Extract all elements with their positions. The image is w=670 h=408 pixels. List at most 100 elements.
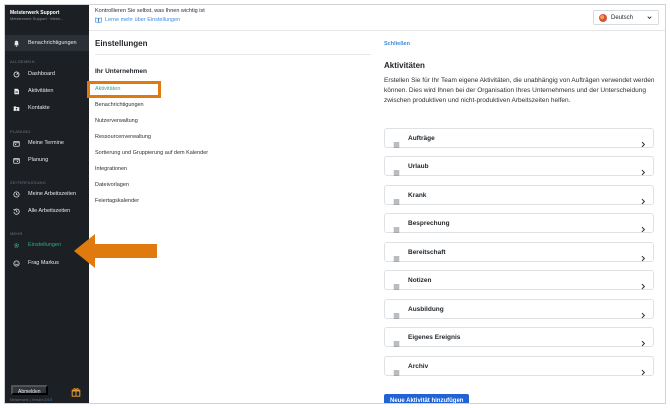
drag-handle-icon[interactable] [393, 363, 400, 376]
activity-card-standby[interactable]: Bereitschaft [384, 242, 654, 262]
activity-card-notes[interactable]: Notizen [384, 270, 654, 290]
chevron-right-icon [640, 220, 646, 233]
history-icon [13, 208, 20, 215]
document-icon [13, 88, 20, 95]
settings-item-calendar-sorting[interactable]: Sortierung und Gruppierung auf dem Kalen… [95, 150, 208, 156]
activity-card-training[interactable]: Ausbildung [384, 299, 654, 319]
activity-label: Archiv [408, 362, 429, 370]
chevron-right-icon [640, 334, 646, 347]
activity-card-vacation[interactable]: Urlaub [384, 156, 654, 176]
smiley-icon [13, 259, 20, 267]
sidebar-item-notifications[interactable]: Benachrichtigungen [5, 35, 89, 51]
activity-label: Urlaub [408, 162, 429, 170]
top-bar: Kontrollieren Sie selbst, was Ihnen wich… [89, 5, 665, 31]
logout-button[interactable]: Abmelden [11, 385, 48, 395]
activity-label: Eigenes Ereignis [408, 333, 461, 341]
language-value: Deutsch [611, 14, 634, 21]
sidebar-item-label: Einstellungen [28, 242, 62, 248]
activity-card-orders[interactable]: Aufträge [384, 128, 654, 148]
learn-more-link-label: Lerne mehr über Einstellungen [105, 17, 181, 23]
book-icon [95, 17, 102, 23]
sidebar-section-title: PLANUNG [10, 129, 31, 134]
sidebar-item-activities[interactable]: Aktivitäten [5, 83, 89, 99]
highlight-box [87, 81, 161, 98]
version-number: 2.0.0 [44, 398, 53, 402]
drag-handle-icon[interactable] [393, 249, 400, 262]
activity-label: Besprechung [408, 219, 450, 227]
sidebar-section-title: ZEITERFASSUNG [10, 180, 46, 185]
group-title: Ihr Unternehmen [95, 68, 148, 75]
dashboard-icon [13, 71, 20, 78]
drag-handle-icon[interactable] [393, 277, 400, 290]
drag-handle-icon[interactable] [393, 306, 400, 319]
chevron-right-icon [640, 163, 646, 176]
sidebar-item-my-working-hours[interactable]: Meine Arbeitszeiten [5, 186, 89, 202]
flag-icon [599, 13, 607, 22]
settings-item-resource-management[interactable]: Ressourcenverwaltung [95, 134, 151, 140]
activity-label: Ausbildung [408, 305, 444, 313]
sidebar-item-contacts[interactable]: Kontakte [5, 100, 89, 116]
gear-icon [13, 242, 20, 249]
page-title: Einstellungen [95, 39, 148, 48]
settings-item-holiday-calendar[interactable]: Feiertagskalender [95, 198, 139, 204]
contacts-icon [13, 105, 20, 112]
drag-handle-icon[interactable] [393, 192, 400, 205]
sidebar-item-planning[interactable]: Planung [5, 152, 89, 168]
calendar-icon [13, 157, 20, 164]
settings-item-integrations[interactable]: Integrationen [95, 166, 127, 172]
chevron-right-icon [640, 135, 646, 148]
activity-card-meeting[interactable]: Besprechung [384, 213, 654, 233]
language-select[interactable]: Deutsch [593, 10, 659, 25]
drag-handle-icon[interactable] [393, 163, 400, 176]
activity-card-sick[interactable]: Krank [384, 185, 654, 205]
activity-card-archive[interactable]: Archiv [384, 356, 654, 376]
version-footer: Meisterwerk | Version 2.0.0 [10, 398, 52, 402]
gift-icon[interactable] [71, 384, 81, 397]
activities-title: Aktivitäten [384, 61, 425, 70]
sidebar-item-my-appointments[interactable]: Meine Termine [5, 135, 89, 151]
bell-icon [13, 40, 20, 47]
sidebar-item-all-working-hours[interactable]: Alle Arbeitszeiten [5, 203, 89, 219]
settings-item-user-management[interactable]: Nutzerverwaltung [95, 118, 138, 124]
app-window: Meisterwerk Support Meisterwerk Support … [4, 4, 666, 404]
chevron-right-icon [640, 192, 646, 205]
chevron-right-icon [640, 306, 646, 319]
activities-panel: Schließen Aktivitäten Erstellen Sie für … [377, 31, 665, 403]
sidebar-item-label: Kontakte [28, 105, 50, 111]
clock-icon [13, 190, 20, 198]
settings-item-file-templates[interactable]: Dateivorlagen [95, 182, 129, 188]
activity-card-custom-event[interactable]: Eigenes Ereignis [384, 327, 654, 347]
drag-handle-icon[interactable] [393, 334, 400, 347]
sidebar-item-label: Meine Termine [28, 140, 64, 146]
activity-label: Krank [408, 191, 427, 199]
calendar-icon [13, 140, 20, 147]
divider [95, 54, 371, 55]
chevron-right-icon [640, 249, 646, 262]
learn-more-link[interactable]: Lerne mehr über Einstellungen [95, 17, 180, 23]
sidebar: Meisterwerk Support Meisterwerk Support … [5, 5, 89, 403]
sidebar-item-label: Benachrichtigungen [28, 40, 77, 46]
chevron-right-icon [640, 277, 646, 290]
sidebar-section-title: ALLGEMEIN [10, 59, 35, 64]
sidebar-item-dashboard[interactable]: Dashboard [5, 66, 89, 82]
sidebar-item-label: Planung [28, 157, 49, 163]
drag-handle-icon[interactable] [393, 135, 400, 148]
sidebar-item-label: Meine Arbeitszeiten [28, 191, 76, 197]
settings-item-notifications[interactable]: Benachrichtigungen [95, 102, 144, 108]
sidebar-section-title: MEHR [10, 231, 23, 236]
chevron-down-icon [646, 14, 653, 21]
sidebar-item-label: Alle Arbeitszeiten [28, 208, 71, 214]
sidebar-item-label: Frag Markus [28, 260, 59, 266]
brand-subtitle: Meisterwerk Support · Meist... [10, 16, 64, 21]
promo-text: Kontrollieren Sie selbst, was Ihnen wich… [95, 8, 205, 14]
drag-handle-icon[interactable] [393, 220, 400, 233]
add-activity-button[interactable]: Neue Aktivität hinzufügen [384, 394, 470, 403]
sidebar-item-label: Dashboard [28, 71, 55, 77]
sidebar-item-label: Aktivitäten [28, 88, 54, 94]
activity-label: Notizen [408, 276, 432, 284]
chevron-right-icon [640, 363, 646, 376]
close-link[interactable]: Schließen [384, 41, 410, 47]
pointer-arrow-icon [74, 234, 157, 268]
footer-text: Meisterwerk | Version [10, 398, 44, 402]
brand[interactable]: Meisterwerk Support Meisterwerk Support … [10, 10, 86, 22]
